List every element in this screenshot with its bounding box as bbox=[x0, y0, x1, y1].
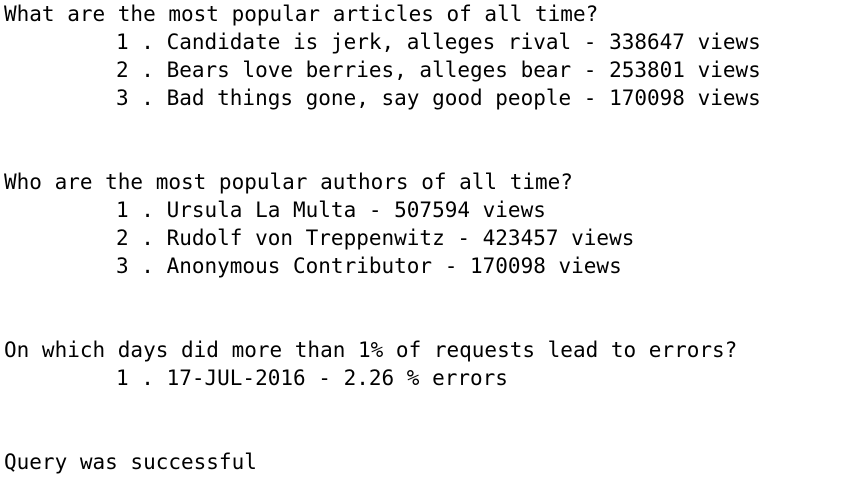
result-line-article-1: 1 . Candidate is jerk, alleges rival - 3… bbox=[116, 30, 761, 54]
result-line-author-2: 2 . Rudolf von Treppenwitz - 423457 view… bbox=[116, 226, 635, 250]
terminal-output: What are the most popular articles of al… bbox=[4, 0, 844, 476]
result-line-article-2: 2 . Bears love berries, alleges bear - 2… bbox=[116, 58, 761, 82]
result-line-error-day-1: 1 . 17-JUL-2016 - 2.26 % errors bbox=[116, 366, 508, 390]
result-line-article-3: 3 . Bad things gone, say good people - 1… bbox=[116, 86, 761, 110]
result-line-author-3: 3 . Anonymous Contributor - 170098 views bbox=[116, 254, 622, 278]
question-authors: Who are the most popular authors of all … bbox=[4, 170, 573, 194]
status-message: Query was successful bbox=[4, 450, 257, 474]
question-articles: What are the most popular articles of al… bbox=[4, 2, 599, 26]
question-errors: On which days did more than 1% of reques… bbox=[4, 338, 738, 362]
result-line-author-1: 1 . Ursula La Multa - 507594 views bbox=[116, 198, 546, 222]
